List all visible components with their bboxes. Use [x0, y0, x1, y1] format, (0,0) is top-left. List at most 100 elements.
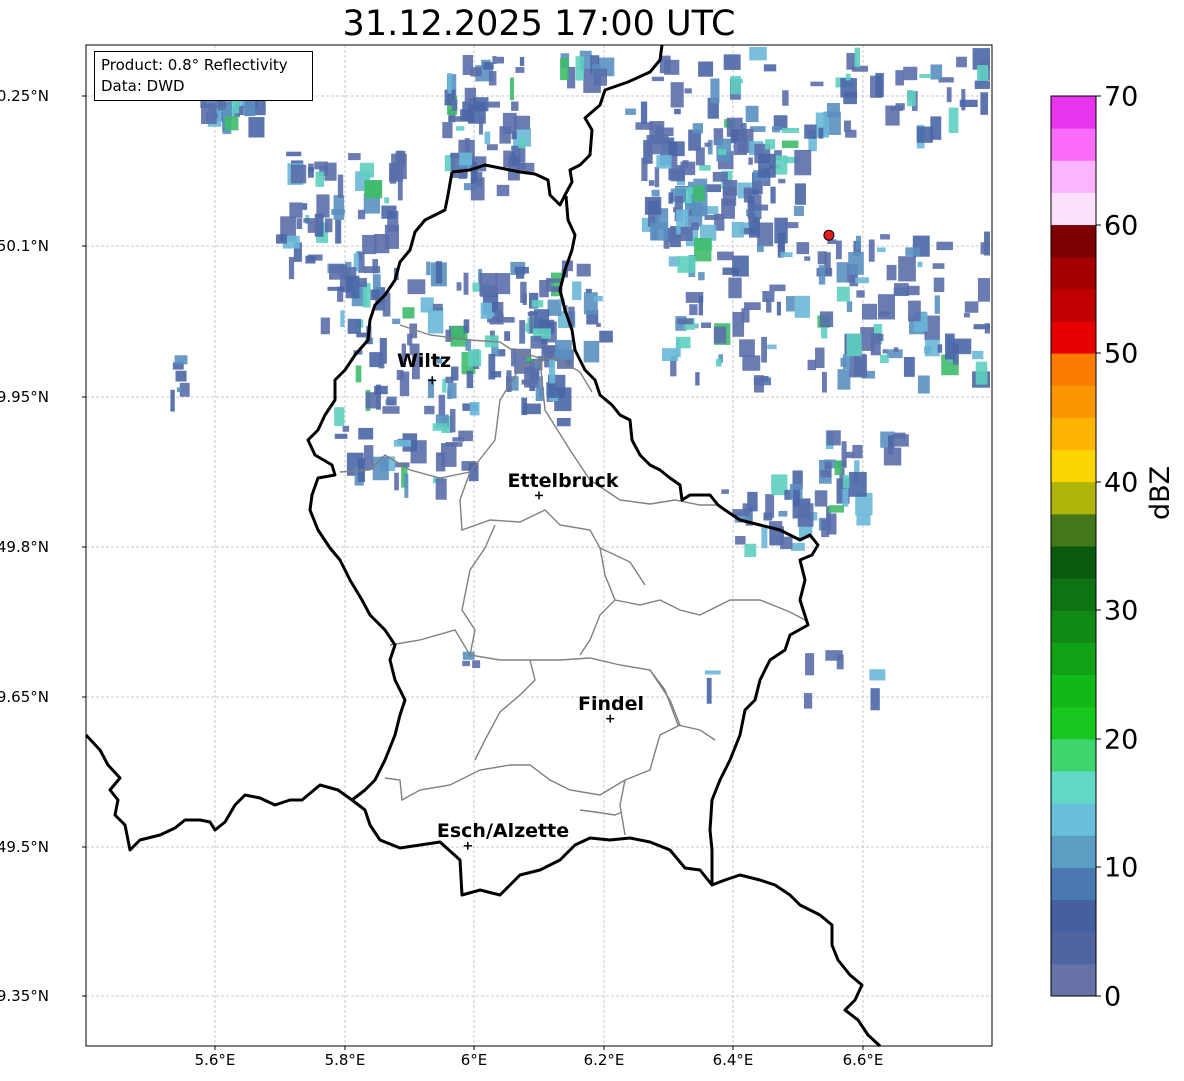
lat-label: 49.65°N — [0, 688, 49, 706]
colorbar-segment — [1051, 513, 1096, 547]
radar-echo-cell — [723, 180, 738, 196]
radar-echo-cell — [515, 273, 525, 279]
radar-echo-cell — [953, 338, 972, 355]
radar-echo-cell — [843, 120, 851, 132]
radar-echo-cell — [533, 309, 550, 330]
radar-echo-cell — [732, 311, 745, 337]
radar-echo-cell — [495, 273, 511, 295]
radar-echo-cell — [782, 90, 789, 106]
radar-echo-cell — [364, 180, 383, 195]
radar-echo-cell — [407, 279, 426, 295]
radar-echo-cell — [980, 92, 989, 115]
radar-echo-cell — [473, 97, 489, 112]
radar-echo-cell — [959, 99, 978, 107]
radar-echo-cell — [170, 389, 175, 412]
radar-echo-cell — [749, 46, 767, 61]
radar-echo-cell — [651, 189, 660, 197]
radar-echo-cell — [404, 473, 409, 498]
radar-echo-cell — [432, 303, 443, 311]
colorbar-segment — [1051, 256, 1096, 290]
radar-echo-cell — [395, 150, 406, 167]
radar-echo-cell — [856, 513, 871, 526]
radar-echo-cell — [744, 543, 757, 557]
lon-label: 5.8°E — [324, 1051, 366, 1069]
radar-echo-cell — [956, 56, 967, 68]
radar-echo-cell — [435, 478, 447, 500]
colorbar-tick-label: 20 — [1104, 724, 1139, 756]
radar-echo-cell — [856, 290, 865, 298]
radar-echo-cell — [748, 212, 756, 219]
radar-echo-cell — [876, 247, 886, 253]
radar-echo-cell — [656, 155, 672, 169]
radar-echo-cell — [358, 277, 367, 287]
radar-echo-cell — [384, 197, 390, 204]
radar-echo-cell — [695, 147, 705, 166]
radar-echo-cell — [916, 126, 933, 143]
radar-echo-cell — [515, 67, 525, 73]
radar-echo-cell — [357, 209, 366, 220]
radar-echo-cell — [496, 56, 505, 64]
radar-echo-cell — [792, 489, 800, 507]
radar-echo-cell — [698, 61, 714, 77]
radar-echo-cell — [730, 138, 737, 144]
radar-echo-cell — [824, 461, 832, 470]
radar-echo-cell — [818, 127, 824, 139]
radar-echo-cell — [845, 73, 851, 81]
radar-echo-cell — [442, 122, 453, 139]
lat-label: 50.1°N — [0, 237, 49, 255]
radar-echo-cell — [523, 403, 541, 415]
radar-echo-cell — [882, 349, 888, 354]
radar-echo-cell — [340, 310, 345, 328]
radar-echo-cell — [519, 320, 526, 344]
radar-echo-cell — [448, 116, 463, 122]
radar-echo-cell — [730, 75, 741, 95]
radar-echo-cell — [432, 423, 448, 431]
radar-echo-cell — [886, 264, 897, 281]
radar-echo-cell — [315, 171, 325, 187]
radar-echo-cell — [445, 329, 452, 342]
radar-echo-cell — [347, 318, 361, 334]
radar-echo-cell — [463, 319, 470, 334]
radar-echo-cell — [828, 505, 844, 513]
radar-echo-cell — [842, 488, 849, 507]
radar-echo-cell — [382, 406, 400, 414]
colorbar-segment — [1051, 353, 1096, 386]
radar-echo-cell — [596, 322, 601, 327]
radar-echo-cell — [868, 239, 875, 262]
radar-echo-cell — [715, 358, 722, 367]
radar-echo-cell — [641, 157, 648, 182]
radar-echo-cell — [680, 226, 693, 241]
radar-echo-cell — [689, 304, 698, 316]
radar-echo-cell — [693, 185, 705, 202]
radar-echo-cell — [776, 301, 781, 316]
radar-echo-cell — [675, 336, 691, 349]
radar-echo-cell — [766, 299, 772, 313]
radar-echo-cell — [363, 266, 381, 274]
radar-echo-cell — [735, 536, 746, 545]
colorbar — [1051, 96, 1096, 997]
radar-echo-cell — [804, 124, 817, 139]
radar-echo-cell — [488, 71, 497, 86]
radar-echo-cell — [520, 281, 527, 303]
radar-echo-cell — [846, 301, 853, 313]
radar-echo-cell — [934, 295, 940, 314]
lon-label: 6.2°E — [583, 1051, 625, 1069]
radar-echo-cell — [585, 288, 592, 293]
radar-echo-cell — [692, 123, 704, 134]
radar-echo-cell — [728, 277, 742, 299]
radar-echo-cell — [668, 141, 685, 157]
radar-echo-cell — [324, 218, 333, 233]
radar-echo-cell — [174, 355, 188, 365]
radar-echo-cell — [718, 149, 727, 155]
colorbar-tick-label: 60 — [1104, 210, 1139, 242]
radar-echo-cell — [794, 295, 811, 318]
radar-echo-cell — [463, 272, 469, 295]
radar-echo-cell — [781, 140, 799, 149]
radar-echo-cell — [399, 371, 410, 397]
radar-echo-cell — [893, 432, 906, 439]
radar-echo-cell — [707, 139, 713, 155]
radar-echo-cell — [860, 327, 875, 351]
radar-echo-cell — [767, 344, 777, 350]
radar-echo-cell — [381, 205, 397, 219]
radar-echo-cell — [593, 68, 608, 86]
